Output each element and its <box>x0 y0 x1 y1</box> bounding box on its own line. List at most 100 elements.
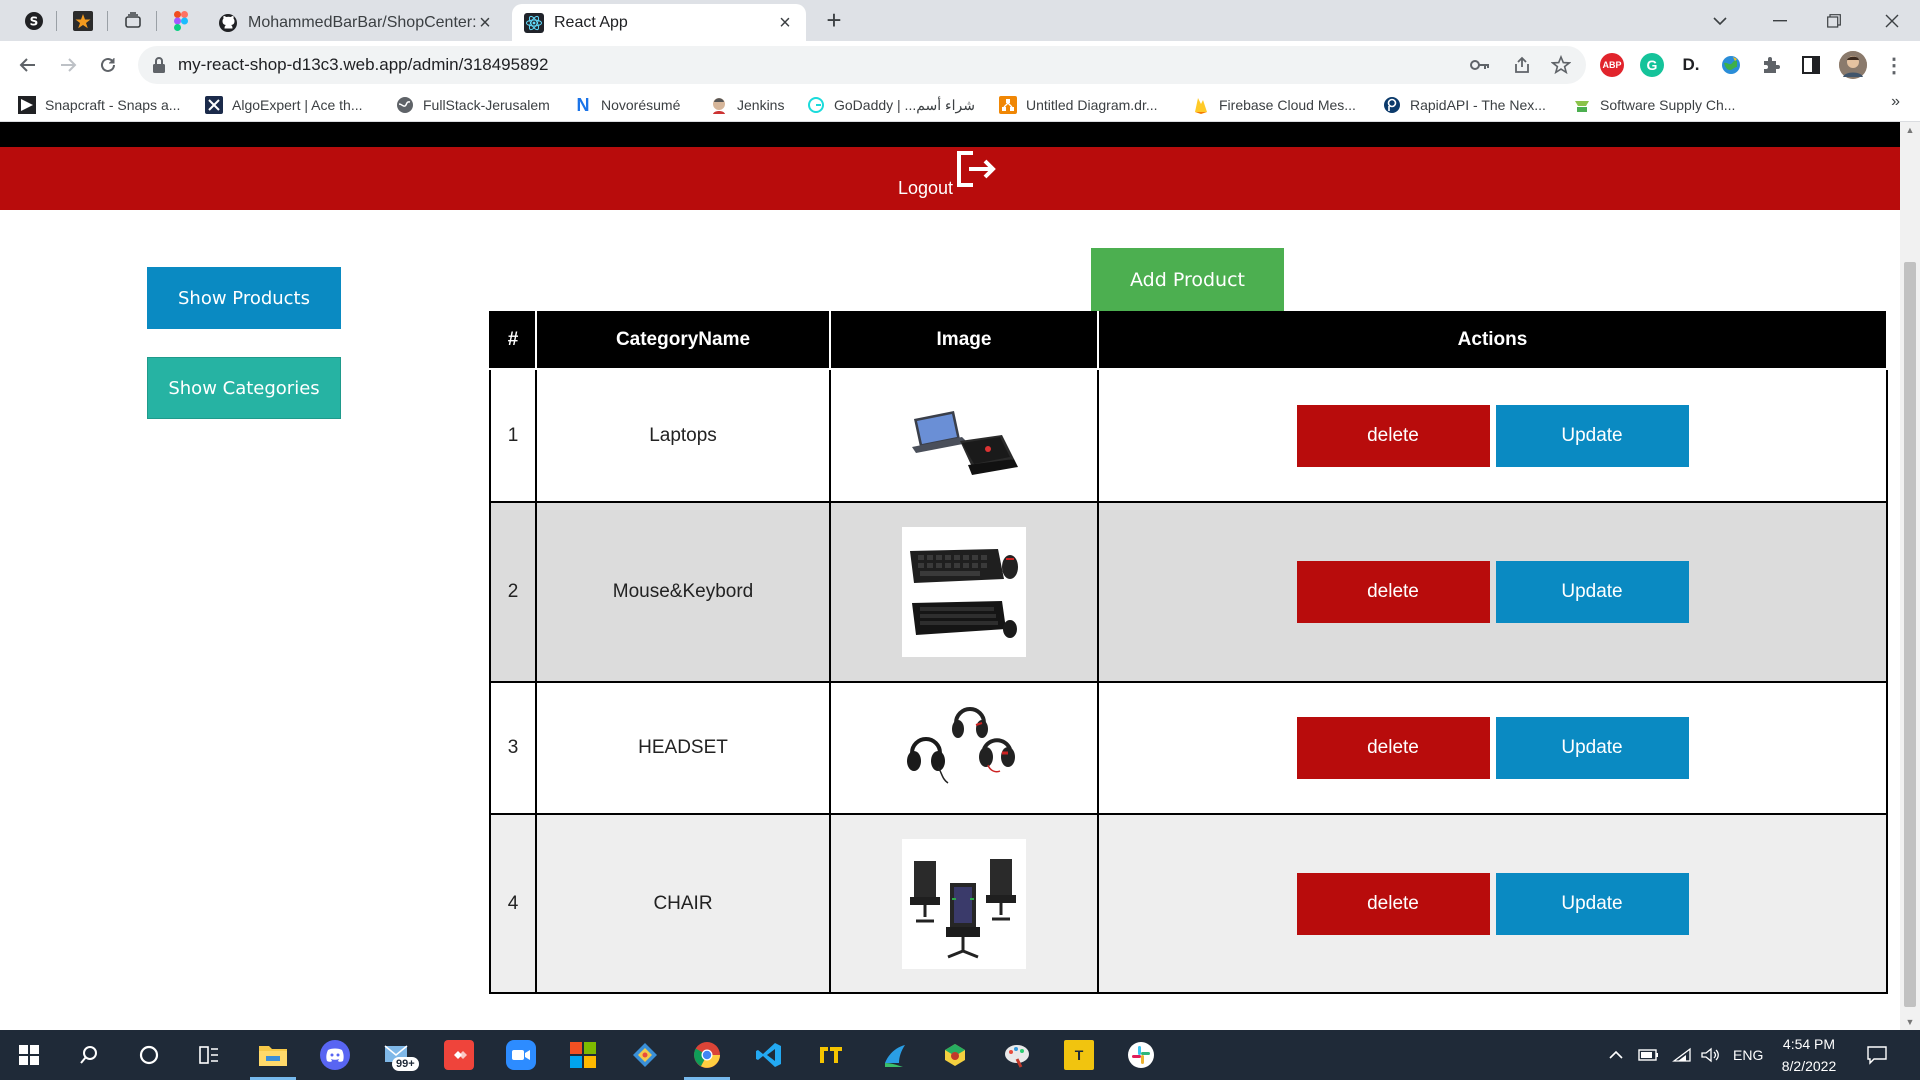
snapcraft-icon <box>18 96 36 114</box>
update-button[interactable]: Update <box>1495 717 1689 779</box>
vscode-icon[interactable] <box>740 1030 798 1080</box>
close-tab-icon[interactable]: × <box>476 13 494 33</box>
algoexpert-icon <box>205 96 223 114</box>
lock-icon <box>153 57 165 73</box>
novoresume-icon: N <box>576 94 590 115</box>
system-clock[interactable]: 4:54 PM 8/2/2022 <box>1764 1033 1854 1077</box>
language-indicator[interactable]: ENG <box>1733 1030 1763 1080</box>
profile-avatar[interactable] <box>1839 51 1867 79</box>
zoom-icon[interactable] <box>492 1030 550 1080</box>
scroll-thumb[interactable] <box>1904 262 1916 1007</box>
drawio-icon <box>999 96 1017 114</box>
update-button[interactable]: Update <box>1495 561 1689 623</box>
show-categories-button[interactable]: Show Categories <box>147 357 341 419</box>
delete-button[interactable]: delete <box>1296 561 1490 623</box>
reload-icon[interactable] <box>92 49 124 81</box>
paint-3d-icon[interactable] <box>926 1030 984 1080</box>
yellow-app-icon[interactable] <box>802 1030 860 1080</box>
gitkraken-icon[interactable] <box>616 1030 674 1080</box>
restore-icon[interactable] <box>1806 0 1862 41</box>
wifi-icon[interactable] <box>1672 1030 1692 1080</box>
categories-table: # CategoryName Image Actions 1 Laptops d… <box>489 311 1888 994</box>
notifications-icon[interactable] <box>1866 1030 1888 1080</box>
pinned-tab-star[interactable] <box>66 6 100 36</box>
update-button[interactable]: Update <box>1495 404 1689 467</box>
paint-palette-icon[interactable] <box>988 1030 1046 1080</box>
discord-icon[interactable] <box>306 1030 364 1080</box>
close-tab-icon[interactable]: × <box>776 13 794 33</box>
table-row: 3 HEADSET delete Update <box>489 681 1888 815</box>
pinned-tab-stack[interactable] <box>116 6 150 36</box>
bookmark-rapidapi[interactable]: RapidAPI - The Nex... <box>1383 93 1546 117</box>
key-icon[interactable] <box>1469 54 1491 76</box>
typora-icon[interactable]: T <box>1050 1030 1108 1080</box>
tab-title: MohammedBarBar/ShopCenter: <box>248 13 476 31</box>
clock-date: 8/2/2022 <box>1781 1058 1837 1074</box>
category-name: Laptops <box>535 368 831 503</box>
pinned-tab-skype[interactable]: S <box>17 6 51 36</box>
back-arrow-icon[interactable] <box>12 49 44 81</box>
close-window-icon[interactable] <box>1864 0 1920 41</box>
tab-react-app[interactable]: React App × <box>512 4 806 41</box>
menu-kebab-icon[interactable]: ⋮ <box>1882 53 1906 77</box>
tab-github[interactable]: MohammedBarBar/ShopCenter: × <box>206 4 506 41</box>
actions-cell: delete Update <box>1097 368 1888 503</box>
skype-icon: S <box>25 12 43 30</box>
globe-extension-icon[interactable] <box>1719 53 1743 77</box>
search-icon[interactable] <box>60 1030 118 1080</box>
delete-button[interactable]: delete <box>1296 872 1490 935</box>
address-bar[interactable]: my-react-shop-d13c3.web.app/admin/318495… <box>138 46 1586 84</box>
bookmark-diagram[interactable]: Untitled Diagram.dr... <box>999 93 1158 117</box>
chrome-icon[interactable] <box>678 1030 736 1080</box>
delete-button[interactable]: delete <box>1296 717 1490 779</box>
page-scrollbar[interactable]: ▲ ▼ <box>1900 122 1920 1030</box>
task-view-icon[interactable] <box>180 1030 238 1080</box>
mail-icon[interactable]: 99+ <box>370 1030 428 1080</box>
minimize-icon[interactable] <box>1752 0 1808 41</box>
tab-search-icon[interactable] <box>1692 0 1748 41</box>
share-icon[interactable] <box>1511 54 1533 76</box>
side-panel-icon[interactable] <box>1799 53 1823 77</box>
start-windows-icon[interactable] <box>0 1030 58 1080</box>
file-explorer-icon[interactable] <box>244 1030 302 1080</box>
new-tab-button[interactable]: + <box>818 6 850 36</box>
bookmark-algoexpert[interactable]: AlgoExpert | Ace th... <box>205 93 362 117</box>
row-number: 1 <box>489 368 537 503</box>
update-button[interactable]: Update <box>1495 872 1689 935</box>
row-number: 2 <box>489 501 537 683</box>
office-tiles-icon[interactable] <box>554 1030 612 1080</box>
scroll-down-arrow-icon[interactable]: ▼ <box>1900 1014 1920 1030</box>
bookmark-snapcraft[interactable]: Snapcraft - Snaps a... <box>18 93 180 117</box>
mail-badge: 99+ <box>392 1057 419 1071</box>
tray-overflow-icon[interactable] <box>1608 1030 1624 1080</box>
show-products-button[interactable]: Show Products <box>147 267 341 329</box>
bookmark-jenkins[interactable]: Jenkins <box>710 93 784 117</box>
bookmark-fullstack[interactable]: FullStack-Jerusalem <box>396 93 550 117</box>
grammarly-extension-icon[interactable]: G <box>1640 53 1664 77</box>
bookmark-novoresume[interactable]: N Novorésumé <box>574 93 681 117</box>
bookmark-software-supply[interactable]: Software Supply Ch... <box>1573 93 1735 117</box>
stack-icon <box>125 12 141 28</box>
cortana-icon[interactable] <box>120 1030 178 1080</box>
battery-icon[interactable] <box>1638 1030 1660 1080</box>
d-extension-icon[interactable]: D. <box>1679 53 1703 77</box>
scroll-up-arrow-icon[interactable]: ▲ <box>1900 122 1920 138</box>
sharex-icon[interactable] <box>866 1030 924 1080</box>
adblock-extension-icon[interactable]: ABP <box>1600 53 1624 77</box>
slack-icon[interactable] <box>1112 1030 1170 1080</box>
add-product-button[interactable]: Add Product <box>1091 248 1284 311</box>
forward-arrow-icon[interactable] <box>52 49 84 81</box>
pinned-tab-figma[interactable] <box>164 6 198 36</box>
column-header-actions: Actions <box>1097 311 1888 370</box>
delete-button[interactable]: delete <box>1296 404 1490 467</box>
logout-button[interactable]: Logout <box>898 151 999 203</box>
category-name: CHAIR <box>535 813 831 994</box>
puzzle-extensions-icon[interactable] <box>1759 53 1783 77</box>
volume-icon[interactable] <box>1700 1030 1722 1080</box>
bookmark-firebase[interactable]: Firebase Cloud Mes... <box>1192 93 1356 117</box>
windows-taskbar: 99+ T ENG 4:54 PM 8/2/2022 <box>0 1030 1920 1080</box>
bookmarks-overflow-icon[interactable]: » <box>1891 93 1900 111</box>
anydesk-icon[interactable] <box>430 1030 488 1080</box>
bookmark-godaddy[interactable]: GoDaddy | ...شراء أسم <box>807 93 975 117</box>
bookmark-star-icon[interactable] <box>1550 54 1572 76</box>
